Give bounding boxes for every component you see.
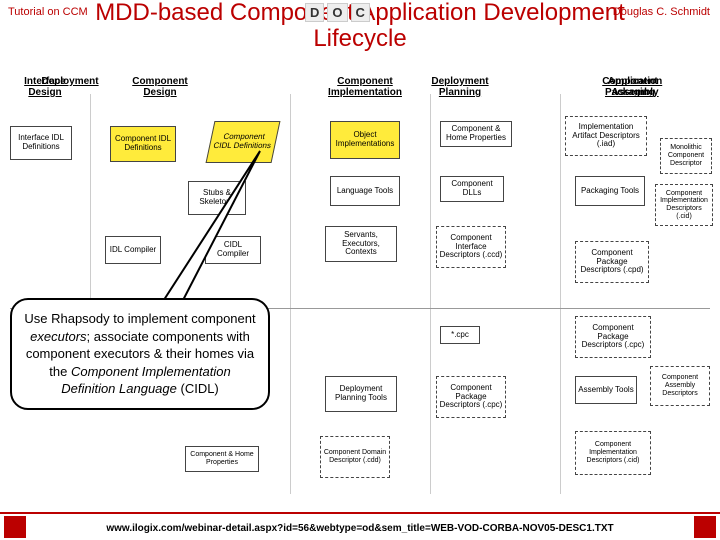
footer-rule	[0, 512, 720, 514]
doc-logo: D O C	[305, 2, 405, 22]
box-comp-pkg-desc2: Component Package Descriptors (.cpc)	[575, 316, 651, 358]
box-comp-impl-desc: Component Implementation Descriptors (.c…	[655, 184, 713, 226]
box-impl-artifact-desc: Implementation Artifact Descriptors (.ia…	[565, 116, 647, 156]
divider	[560, 94, 561, 494]
box-cpc: *.cpc	[440, 326, 480, 344]
author-label: Douglas C. Schmidt	[613, 6, 710, 18]
box-deploy-planning-tools: Deployment Planning Tools	[325, 376, 397, 412]
box-object-impl: Object Implementations	[330, 121, 400, 159]
title-line-2: Lifecycle	[0, 26, 720, 52]
divider	[290, 94, 291, 494]
callout-text-1: Use Rhapsody to implement component	[24, 311, 255, 326]
callout-tail	[155, 146, 285, 316]
box-assembly-tools: Assembly Tools	[575, 376, 637, 404]
lifecycle-diagram: Interface Design Component Design Compon…	[0, 76, 720, 496]
callout-text-3: (CIDL)	[177, 381, 219, 396]
logo-letter: O	[327, 3, 347, 22]
divider	[430, 94, 431, 494]
box-comp-assembly-desc: Component Assembly Descriptors	[650, 366, 710, 406]
box-comp-home-props2: Component & Home Properties	[185, 446, 259, 472]
box-comp-domain-desc: Component Domain Descriptor (.cdd)	[320, 436, 390, 478]
logo-letter: C	[351, 3, 370, 22]
tutorial-label: Tutorial on CCM	[8, 6, 88, 18]
box-comp-home-props: Component & Home Properties	[440, 121, 512, 147]
slide-header: Tutorial on CCM Douglas C. Schmidt D O C…	[0, 0, 720, 68]
box-interface-idl: Interface IDL Definitions	[10, 126, 72, 160]
column-header-deployment: Deployment	[30, 76, 110, 87]
column-header-deployment-planning: Deployment Planning	[420, 76, 500, 98]
box-comp-interface-desc: Component Interface Descriptors (.ccd)	[436, 226, 506, 268]
callout-em-executors: executors	[30, 329, 86, 344]
box-comp-pkg-desc3: Component Package Descriptors (.cpc)	[436, 376, 506, 418]
box-idl-compiler: IDL Compiler	[105, 236, 161, 264]
logo-letter: D	[305, 3, 324, 22]
box-servants-executors: Servants, Executors, Contexts	[325, 226, 397, 262]
box-comp-impl-desc2: Component Implementation Descriptors (.c…	[575, 431, 651, 475]
footer-url: www.ilogix.com/webinar-detail.aspx?id=56…	[0, 523, 720, 534]
box-comp-pkg-desc: Component Package Descriptors (.cpd)	[575, 241, 649, 283]
box-component-dlls: Component DLLs	[440, 176, 504, 202]
column-header-app-assembly: Application Assembly	[595, 76, 675, 98]
box-monolithic-desc: Monolithic Component Descriptor	[660, 138, 712, 174]
column-header-component-design: Component Design	[120, 76, 200, 98]
callout-bubble: Use Rhapsody to implement component exec…	[10, 298, 270, 410]
box-language-tools: Language Tools	[330, 176, 400, 206]
box-packaging-tools: Packaging Tools	[575, 176, 645, 206]
column-header-component-impl: Component Implementation	[320, 76, 410, 98]
